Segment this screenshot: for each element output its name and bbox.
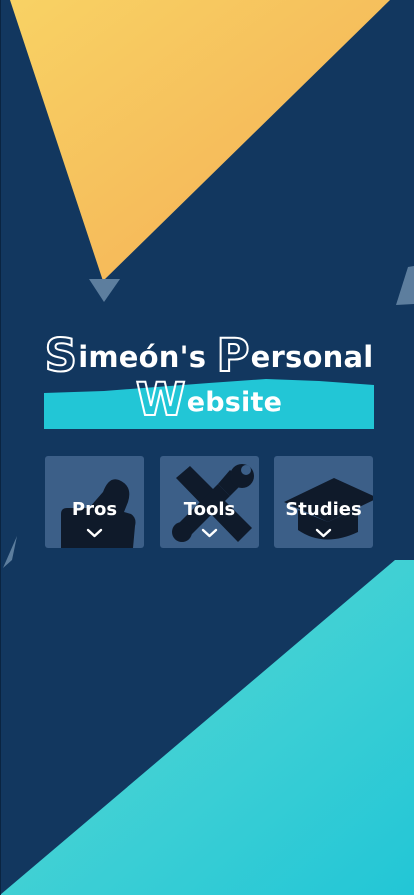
chevron-down-icon[interactable]: [201, 527, 218, 539]
page: Simeón's Personal Website Pros Tools Stu…: [0, 0, 414, 895]
title-initial-s: S: [44, 329, 78, 382]
small-triangle-right: [396, 266, 414, 305]
card-pros-label: Pros: [71, 499, 118, 520]
card-studies[interactable]: Studies: [274, 456, 373, 548]
small-triangle-left: [3, 536, 17, 568]
title-initial-w: W: [135, 373, 187, 426]
title-text-3: ebsite: [186, 387, 283, 418]
chevron-down-icon[interactable]: [86, 527, 103, 539]
card-studies-label: Studies: [285, 499, 362, 520]
title-text-2: ersonal: [250, 340, 374, 374]
section-cards: Pros Tools Studies: [45, 456, 373, 548]
title-text-1: imeón's: [78, 340, 217, 374]
background-decoration: [0, 0, 414, 895]
cyan-triangle: [0, 560, 414, 895]
card-pros[interactable]: Pros: [45, 456, 144, 548]
yellow-triangle: [10, 0, 390, 281]
title-initial-p: P: [215, 329, 250, 382]
site-title: Simeón's Personal Website: [44, 329, 374, 433]
card-tools-label: Tools: [183, 499, 236, 520]
chevron-down-icon[interactable]: [315, 527, 332, 539]
card-tools[interactable]: Tools: [160, 456, 259, 548]
title-line-1: Simeón's Personal: [44, 329, 374, 382]
title-line-2: Website: [44, 373, 374, 429]
small-triangle-top: [89, 279, 120, 302]
